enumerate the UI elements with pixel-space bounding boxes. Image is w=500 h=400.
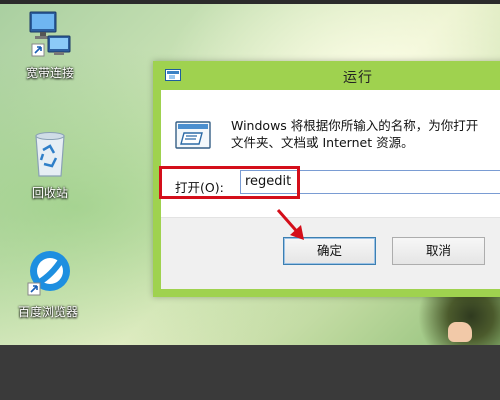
annotation-arrow-icon — [276, 209, 304, 240]
desktop-background: 宽带连接 回收站 百度浏览器 运行 Windows 将根据你所输入的名称，为你打… — [0, 0, 500, 345]
desktop-icon-label: 回收站 — [31, 186, 68, 200]
dialog-description: Windows 将根据你所输入的名称，为你打开 文件夹、文档或 Internet… — [231, 117, 500, 151]
bottom-bar — [0, 345, 500, 400]
open-label: 打开(O): — [175, 180, 224, 195]
description-line-1: Windows 将根据你所输入的名称，为你打开 — [231, 118, 479, 133]
desktop-icon-label: 宽带连接 — [25, 66, 74, 80]
dialog-button-area: 确定 取消 — [161, 217, 500, 289]
baidu-browser-icon — [27, 251, 70, 296]
run-dialog: 运行 Windows 将根据你所输入的名称，为你打开 文件夹、文档或 Inter… — [153, 61, 500, 297]
dialog-client-area: Windows 将根据你所输入的名称，为你打开 文件夹、文档或 Internet… — [161, 90, 500, 289]
run-icon — [175, 121, 211, 149]
open-input[interactable]: regedit — [240, 170, 500, 194]
cancel-button[interactable]: 取消 — [392, 237, 485, 265]
desktop-icon-recycle-bin[interactable]: 回收站 — [10, 128, 90, 201]
run-app-icon — [165, 69, 181, 81]
description-line-2: 文件夹、文档或 Internet 资源。 — [231, 135, 414, 150]
desktop-icon-baidu-browser[interactable]: 百度浏览器 — [8, 247, 88, 320]
top-strip — [0, 0, 500, 4]
recycle-bin-icon — [35, 132, 65, 177]
desktop-icon-broadband[interactable]: 宽带连接 — [10, 10, 90, 81]
dialog-title: 运行 — [343, 70, 373, 86]
desktop-icon-label: 百度浏览器 — [17, 305, 78, 319]
network-connection-icon — [29, 11, 71, 57]
dialog-titlebar[interactable]: 运行 — [153, 61, 500, 89]
wallpaper-hand — [448, 322, 472, 342]
